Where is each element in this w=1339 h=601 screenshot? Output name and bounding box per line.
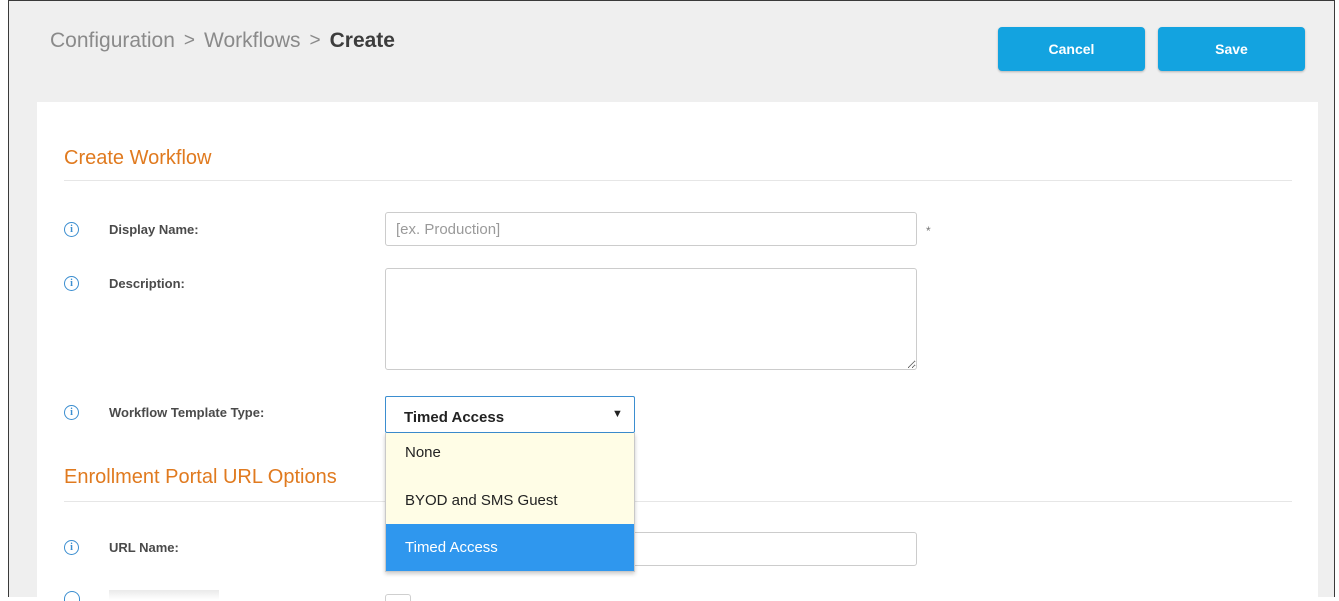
template-type-select[interactable]: Timed Access ▼	[385, 396, 635, 433]
cancel-button[interactable]: Cancel	[998, 27, 1145, 71]
form-panel: Create Workflow i Display Name: * i Desc…	[37, 102, 1318, 601]
display-name-field[interactable]	[385, 212, 917, 246]
url-name-label: URL Name:	[109, 540, 179, 555]
description-field[interactable]	[385, 268, 917, 370]
section-title-enrollment: Enrollment Portal URL Options	[64, 466, 337, 488]
breadcrumb-separator: >	[183, 30, 196, 51]
info-icon[interactable]	[64, 591, 80, 601]
breadcrumb-current: Create	[329, 29, 395, 52]
save-button[interactable]: Save	[1158, 27, 1305, 71]
breadcrumb-workflows[interactable]: Workflows	[204, 29, 300, 53]
breadcrumb: Configuration > Workflows > Create	[50, 29, 395, 53]
page-frame: Configuration > Workflows > Create Cance…	[8, 0, 1335, 601]
field-label	[109, 590, 219, 600]
option-byod-sms-guest[interactable]: BYOD and SMS Guest	[386, 477, 634, 524]
section-title-create-workflow: Create Workflow	[64, 147, 212, 169]
template-type-value: Timed Access	[404, 409, 505, 426]
description-label: Description:	[109, 276, 185, 291]
info-icon[interactable]: i	[64, 222, 79, 237]
section-divider	[64, 180, 1292, 181]
option-none[interactable]: None	[386, 433, 634, 477]
info-icon[interactable]: i	[64, 540, 79, 555]
info-icon[interactable]: i	[64, 276, 79, 291]
template-type-dropdown: None BYOD and SMS Guest Timed Access	[385, 433, 635, 572]
breadcrumb-configuration[interactable]: Configuration	[50, 29, 175, 53]
checkbox[interactable]	[385, 594, 411, 601]
display-name-label: Display Name:	[109, 222, 199, 237]
section-divider	[64, 501, 1292, 502]
required-marker: *	[926, 224, 931, 238]
template-type-label: Workflow Template Type:	[109, 405, 265, 420]
option-timed-access[interactable]: Timed Access	[386, 524, 634, 571]
caret-down-icon: ▼	[612, 408, 623, 420]
info-icon[interactable]: i	[64, 405, 79, 420]
breadcrumb-separator: >	[309, 30, 321, 51]
